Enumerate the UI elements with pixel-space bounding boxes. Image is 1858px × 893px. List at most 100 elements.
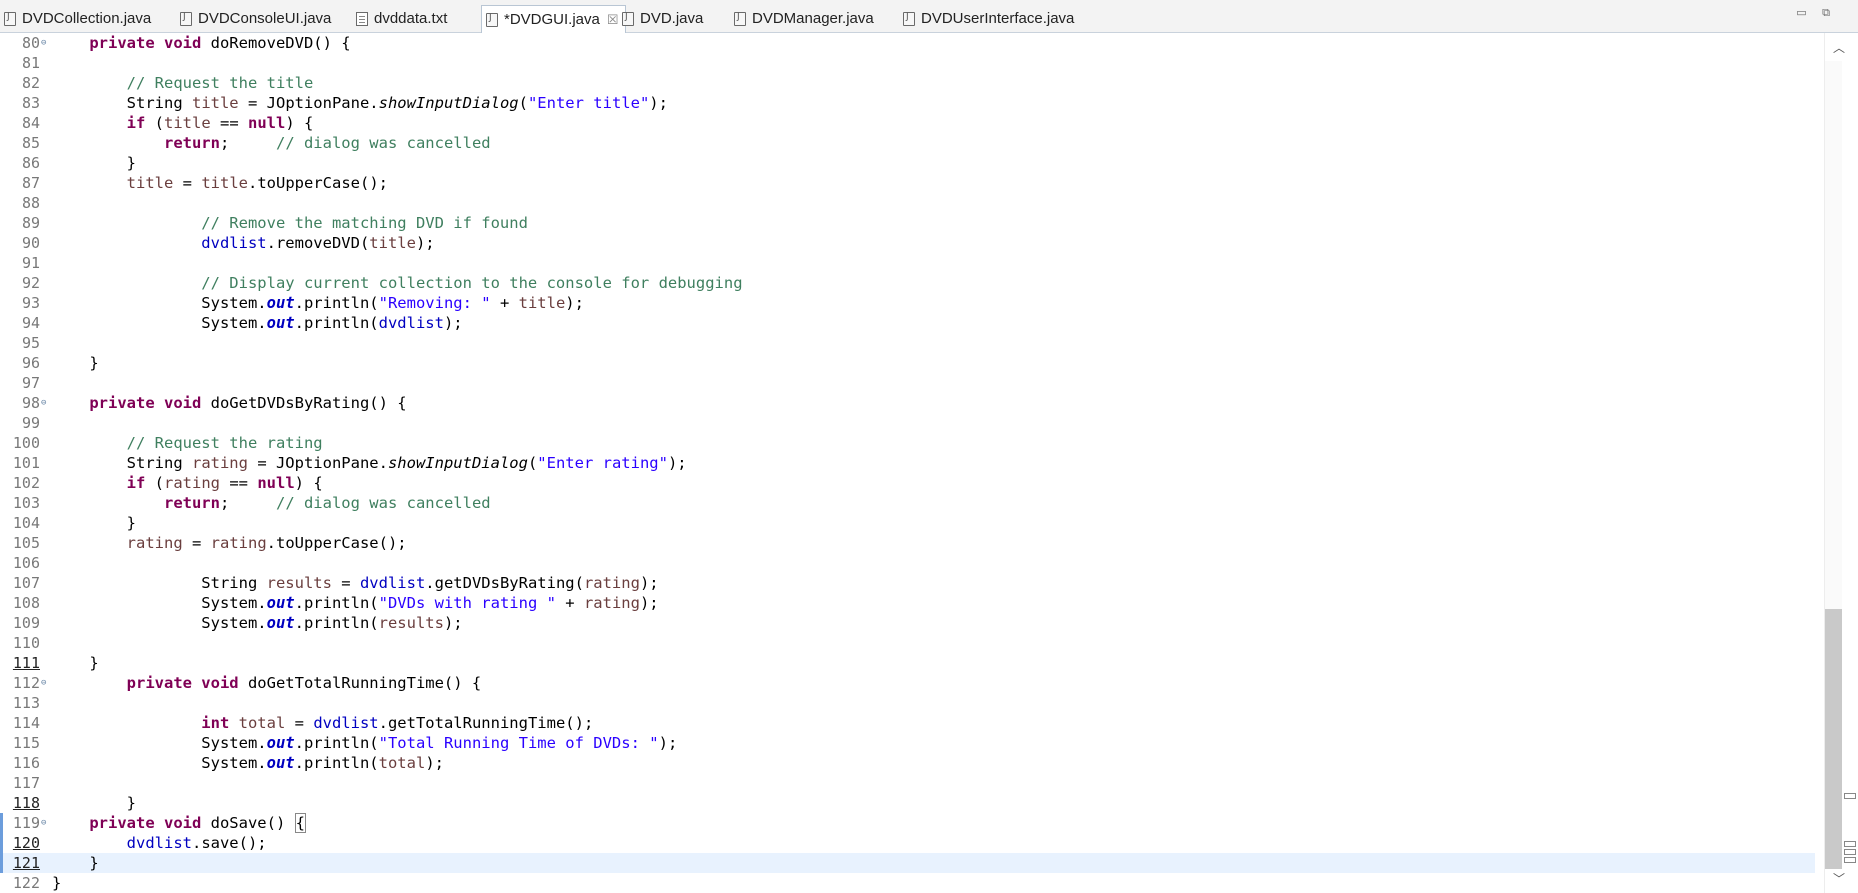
code-token: dvdlist — [52, 834, 192, 852]
code-line[interactable]: 116 System.out.println(total); — [0, 753, 1815, 773]
code-token: title — [164, 114, 211, 132]
code-line[interactable]: 81 — [0, 53, 1815, 73]
java-file-icon — [734, 11, 746, 26]
line-number: 102 — [12, 474, 40, 492]
code-line[interactable]: 96 } — [0, 353, 1815, 373]
overview-ruler-mark[interactable] — [1844, 857, 1856, 863]
code-line[interactable]: 113 — [0, 693, 1815, 713]
code-line[interactable]: 106 — [0, 553, 1815, 573]
overview-ruler-mark[interactable] — [1844, 793, 1856, 799]
code-line[interactable]: 99 — [0, 413, 1815, 433]
tab-4[interactable]: DVD.java — [622, 5, 703, 32]
code-line[interactable]: 102 if (rating == null) { — [0, 473, 1815, 493]
code-line[interactable]: 89 // Remove the matching DVD if found — [0, 213, 1815, 233]
code-line[interactable]: 85 return; // dialog was cancelled — [0, 133, 1815, 153]
fold-toggle-icon[interactable]: ⊖ — [41, 393, 46, 413]
code-line[interactable]: 98 ⊖ private void doGetDVDsByRating() { — [0, 393, 1815, 413]
code-line[interactable]: 105 rating = rating.toUpperCase(); — [0, 533, 1815, 553]
code-token: return — [52, 134, 220, 152]
code-line[interactable]: 110 — [0, 633, 1815, 653]
code-text: // Remove the matching DVD if found — [52, 213, 528, 233]
code-text: if (rating == null) { — [52, 473, 323, 493]
code-line[interactable]: 104 } — [0, 513, 1815, 533]
java-file-icon — [180, 11, 192, 26]
code-line[interactable]: 119 ⊖ private void doSave() { — [0, 813, 1815, 833]
code-line[interactable]: 112 ⊖ private void doGetTotalRunningTime(… — [0, 673, 1815, 693]
code-line[interactable]: 109 System.out.println(results); — [0, 613, 1815, 633]
code-line[interactable]: 92 // Display current collection to the … — [0, 273, 1815, 293]
code-line[interactable]: 93 System.out.println("Removing: " + tit… — [0, 293, 1815, 313]
code-token: .println( — [294, 754, 379, 772]
fold-toggle-icon[interactable]: ⊖ — [41, 33, 46, 53]
code-line[interactable]: 122} — [0, 873, 1815, 893]
code-line[interactable]: 120 dvdlist.save(); — [0, 833, 1815, 853]
code-line[interactable]: 118 } — [0, 793, 1815, 813]
tab-3[interactable]: *DVDGUI.java ☒ — [481, 5, 626, 33]
line-number: 100 — [12, 434, 40, 452]
scroll-track[interactable] — [1825, 61, 1842, 869]
code-line[interactable]: 101 String rating = JOptionPane.showInpu… — [0, 453, 1815, 473]
code-line[interactable]: 100 // Request the rating — [0, 433, 1815, 453]
code-text: System.out.println(dvdlist); — [52, 313, 462, 333]
code-line[interactable]: 90 dvdlist.removeDVD(title); — [0, 233, 1815, 253]
code-line[interactable]: 121 } — [0, 853, 1815, 873]
scroll-thumb[interactable] — [1825, 609, 1842, 869]
code-line[interactable]: 91 — [0, 253, 1815, 273]
code-line[interactable]: 114 int total = dvdlist.getTotalRunningT… — [0, 713, 1815, 733]
tab-1[interactable]: DVDConsoleUI.java — [180, 5, 331, 32]
code-token: String — [52, 454, 192, 472]
code-line[interactable]: 108 System.out.println("DVDs with rating… — [0, 593, 1815, 613]
code-editor[interactable]: 80 ⊖ private void doRemoveDVD() {81 82 // … — [0, 33, 1858, 893]
code-token: ); — [415, 234, 435, 252]
code-text: System.out.println(total); — [52, 753, 444, 773]
window-controls[interactable]: ▭ ⧉ — [1796, 6, 1836, 20]
code-line[interactable]: 84 if (title == null) { — [0, 113, 1815, 133]
code-line[interactable]: 95 — [0, 333, 1815, 353]
overview-ruler-mark[interactable] — [1844, 849, 1856, 855]
tab-label: DVDManager.java — [752, 10, 874, 27]
code-line[interactable]: 83 String title = JOptionPane.showInputD… — [0, 93, 1815, 113]
fold-toggle-icon[interactable]: ⊖ — [41, 673, 46, 693]
code-line[interactable]: 82 // Request the title — [0, 73, 1815, 93]
fold-toggle-icon[interactable]: ⊖ — [41, 813, 46, 833]
code-token: private void — [52, 394, 211, 412]
tab-0[interactable]: DVDCollection.java — [4, 5, 151, 32]
close-tab-icon[interactable]: ☒ — [607, 12, 619, 28]
tab-5[interactable]: DVDManager.java — [734, 5, 874, 32]
code-line[interactable]: 103 return; // dialog was cancelled — [0, 493, 1815, 513]
code-text: System.out.println("Total Running Time o… — [52, 733, 677, 753]
scroll-up-arrow-icon[interactable]: ︿ — [1833, 39, 1845, 56]
scroll-down-arrow-icon[interactable]: ﹀ — [1833, 870, 1845, 887]
code-text: // Request the rating — [52, 433, 323, 453]
code-line[interactable]: 107 String results = dvdlist.getDVDsByRa… — [0, 573, 1815, 593]
line-number: 106 — [12, 554, 40, 572]
code-line[interactable]: 117 — [0, 773, 1815, 793]
tab-2[interactable]: dvddata.txt — [356, 5, 447, 32]
code-line[interactable]: 115 System.out.println("Total Running Ti… — [0, 733, 1815, 753]
vertical-scrollbar[interactable]: ︿ ﹀ — [1824, 33, 1858, 893]
tab-6[interactable]: DVDUserInterface.java — [903, 5, 1074, 32]
java-file-icon — [622, 11, 634, 26]
code-text: String rating = JOptionPane.showInputDia… — [52, 453, 687, 473]
code-token: // Request the rating — [52, 434, 323, 452]
code-text: } — [52, 353, 98, 373]
code-line[interactable]: 111 } — [0, 653, 1815, 673]
line-number: 94 — [21, 314, 40, 332]
code-token: doGetTotalRunningTime() { — [247, 674, 482, 692]
code-line[interactable]: 94 System.out.println(dvdlist); — [0, 313, 1815, 333]
code-token: results — [378, 614, 444, 632]
tab-label: DVD.java — [640, 10, 704, 27]
code-text: } — [52, 153, 136, 173]
code-line[interactable]: 87 title = title.toUpperCase(); — [0, 173, 1815, 193]
code-token: if — [52, 114, 146, 132]
code-line[interactable]: 97 — [0, 373, 1815, 393]
code-token: dvdlist — [52, 234, 267, 252]
code-line[interactable]: 86 } — [0, 153, 1815, 173]
code-token: == — [210, 114, 248, 132]
overview-ruler-mark[interactable] — [1844, 841, 1856, 847]
code-token: .println( — [294, 314, 379, 332]
code-token: .println( — [294, 594, 379, 612]
code-line[interactable]: 88 — [0, 193, 1815, 213]
code-line[interactable]: 80 ⊖ private void doRemoveDVD() { — [0, 33, 1815, 53]
code-token: String — [52, 94, 192, 112]
